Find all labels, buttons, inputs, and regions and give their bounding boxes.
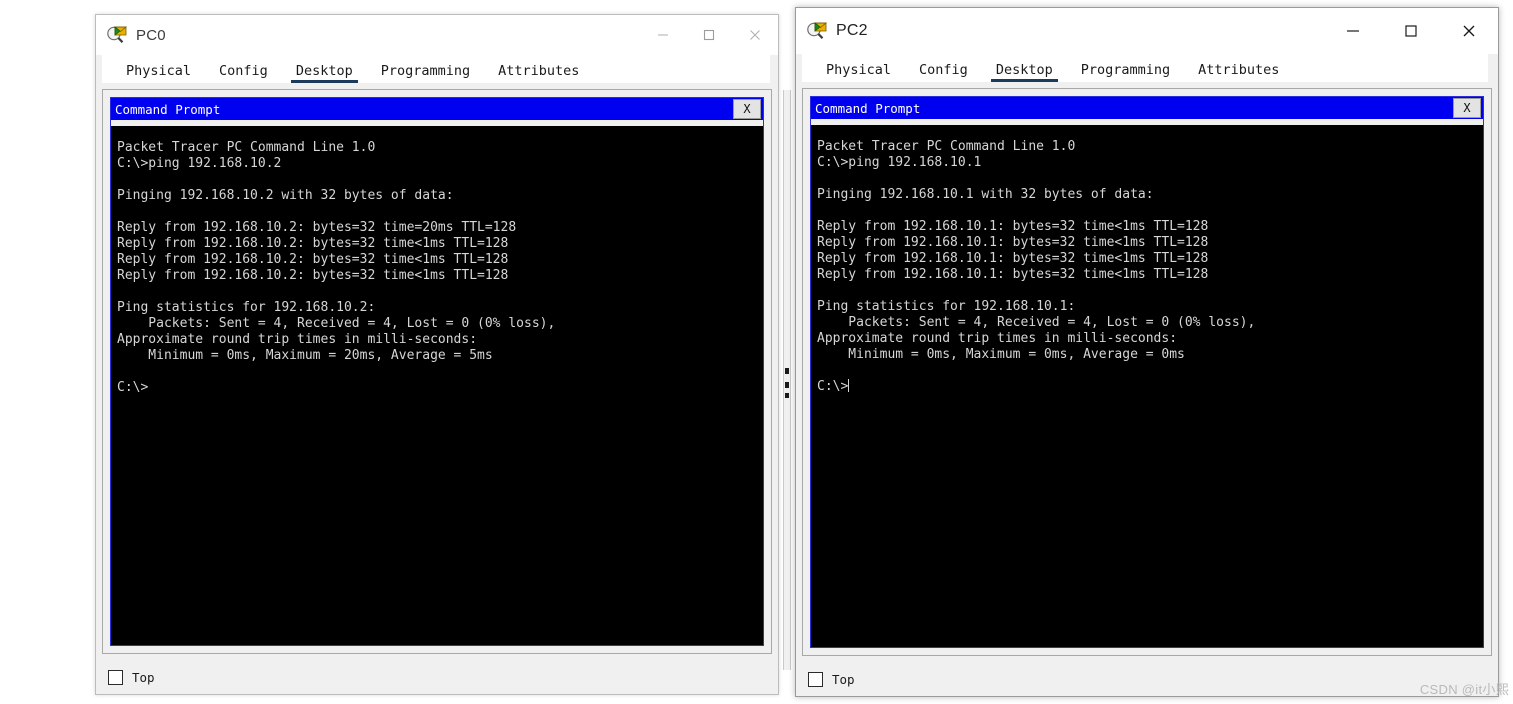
command-prompt-window-pc0[interactable]: Command Prompt X Packet Tracer PC Comman…	[110, 97, 764, 646]
titlebar-pc0[interactable]: PC0	[96, 15, 778, 55]
close-button[interactable]	[1440, 8, 1498, 54]
tab-config[interactable]: Config	[905, 60, 982, 82]
tab-attributes[interactable]: Attributes	[1184, 60, 1293, 82]
command-prompt-close-button[interactable]: X	[1453, 98, 1481, 118]
footer-pc2: Top	[796, 662, 1498, 696]
desktop-panel-pc0: Command Prompt X Packet Tracer PC Comman…	[96, 83, 778, 660]
minimize-button[interactable]	[640, 15, 686, 55]
desktop-panel-inner-pc2: Command Prompt X Packet Tracer PC Comman…	[802, 88, 1492, 656]
top-checkbox-label: Top	[132, 669, 155, 685]
tab-programming[interactable]: Programming	[367, 61, 484, 83]
window-title: PC2	[836, 22, 868, 39]
packet-tracer-device-icon	[806, 20, 828, 42]
top-checkbox-label: Top	[832, 671, 855, 687]
command-prompt-title: Command Prompt	[115, 101, 221, 117]
right-window-edge-scrollbar[interactable]	[783, 90, 791, 670]
command-prompt-close-button[interactable]: X	[733, 99, 761, 119]
window-controls-pc2	[1324, 8, 1498, 54]
tab-desktop[interactable]: Desktop	[282, 61, 367, 83]
packet-tracer-device-icon	[106, 24, 128, 46]
top-checkbox[interactable]	[108, 669, 123, 685]
window-controls-pc0	[640, 15, 778, 55]
minimize-button[interactable]	[1324, 8, 1382, 54]
watermark: CSDN @it小熙	[1419, 682, 1509, 697]
titlebar-pc2[interactable]: PC2	[796, 8, 1498, 54]
tab-programming[interactable]: Programming	[1067, 60, 1184, 82]
command-prompt-titlebar[interactable]: Command Prompt X	[811, 97, 1483, 119]
tab-desktop[interactable]: Desktop	[982, 60, 1067, 82]
command-prompt-window-pc2[interactable]: Command Prompt X Packet Tracer PC Comman…	[810, 96, 1484, 648]
command-prompt-titlebar[interactable]: Command Prompt X	[111, 98, 763, 120]
device-window-pc0[interactable]: PC0 Physical Config Desktop Programming …	[95, 14, 779, 695]
close-button[interactable]	[732, 15, 778, 55]
device-window-pc2[interactable]: PC2 Physical Config Desktop Programming …	[795, 7, 1499, 697]
window-title: PC0	[136, 26, 166, 44]
desktop-panel-inner-pc0: Command Prompt X Packet Tracer PC Comman…	[102, 89, 772, 654]
tabstrip-pc2: Physical Config Desktop Programming Attr…	[802, 54, 1488, 82]
top-checkbox[interactable]	[808, 671, 823, 687]
footer-pc0: Top	[96, 660, 778, 694]
tabstrip-pc0: Physical Config Desktop Programming Attr…	[102, 55, 770, 83]
scrollbar-thumb-mark	[785, 382, 789, 388]
tab-physical[interactable]: Physical	[112, 61, 205, 83]
terminal-output-pc2[interactable]: Packet Tracer PC Command Line 1.0 C:\>pi…	[811, 125, 1483, 647]
command-prompt-title: Command Prompt	[815, 100, 921, 116]
scrollbar-thumb-mark	[785, 368, 789, 374]
tab-physical[interactable]: Physical	[812, 60, 905, 82]
tab-config[interactable]: Config	[205, 61, 282, 83]
maximize-button[interactable]	[1382, 8, 1440, 54]
terminal-cursor	[848, 379, 850, 392]
maximize-button[interactable]	[686, 15, 732, 55]
terminal-output-pc0[interactable]: Packet Tracer PC Command Line 1.0 C:\>pi…	[111, 126, 763, 645]
tab-attributes[interactable]: Attributes	[484, 61, 593, 83]
desktop-panel-pc2: Command Prompt X Packet Tracer PC Comman…	[796, 82, 1498, 662]
scrollbar-thumb-mark	[785, 393, 789, 398]
